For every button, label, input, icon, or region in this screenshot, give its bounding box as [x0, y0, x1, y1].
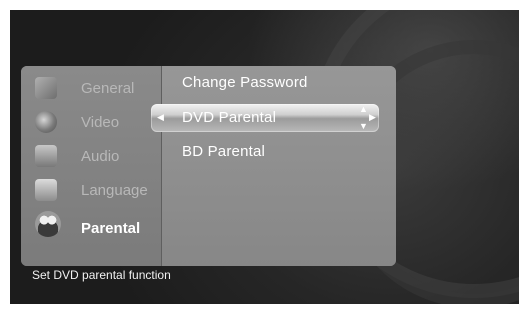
tv-screen: General Video Audio Language Parental Ch… [10, 10, 519, 304]
category-label: Video [81, 114, 120, 131]
category-video[interactable]: Video [29, 108, 159, 138]
setup-menu: General Video Audio Language Parental Ch… [21, 66, 396, 266]
language-icon [35, 179, 57, 201]
category-general[interactable]: General [29, 74, 159, 104]
category-panel: General Video Audio Language Parental [21, 66, 161, 266]
right-arrow-icon: ▶ [369, 112, 376, 122]
option-change-password[interactable]: Change Password [182, 74, 308, 91]
category-parental[interactable]: Parental [29, 208, 159, 238]
down-arrow-icon: ▼ [359, 121, 368, 131]
category-audio[interactable]: Audio [29, 142, 159, 172]
option-bd-parental[interactable]: BD Parental [182, 143, 265, 160]
video-icon [35, 111, 57, 133]
category-label: Parental [81, 220, 141, 237]
status-help-text: Set DVD parental function [32, 268, 171, 282]
category-language[interactable]: Language [29, 176, 159, 206]
audio-icon [35, 145, 57, 167]
category-label: General [81, 80, 135, 97]
general-settings-icon [35, 77, 57, 99]
parental-icon [35, 211, 61, 237]
up-arrow-icon: ▲ [359, 104, 368, 114]
options-panel: Change Password ◀ DVD Parental ▲ ▶ ▼ BD … [151, 66, 396, 266]
selected-option-highlight[interactable]: ◀ DVD Parental ▲ ▶ ▼ [151, 104, 379, 132]
option-dvd-parental: DVD Parental [182, 109, 277, 126]
left-arrow-icon: ◀ [157, 112, 164, 122]
category-label: Language [81, 182, 148, 199]
category-label: Audio [81, 148, 120, 165]
